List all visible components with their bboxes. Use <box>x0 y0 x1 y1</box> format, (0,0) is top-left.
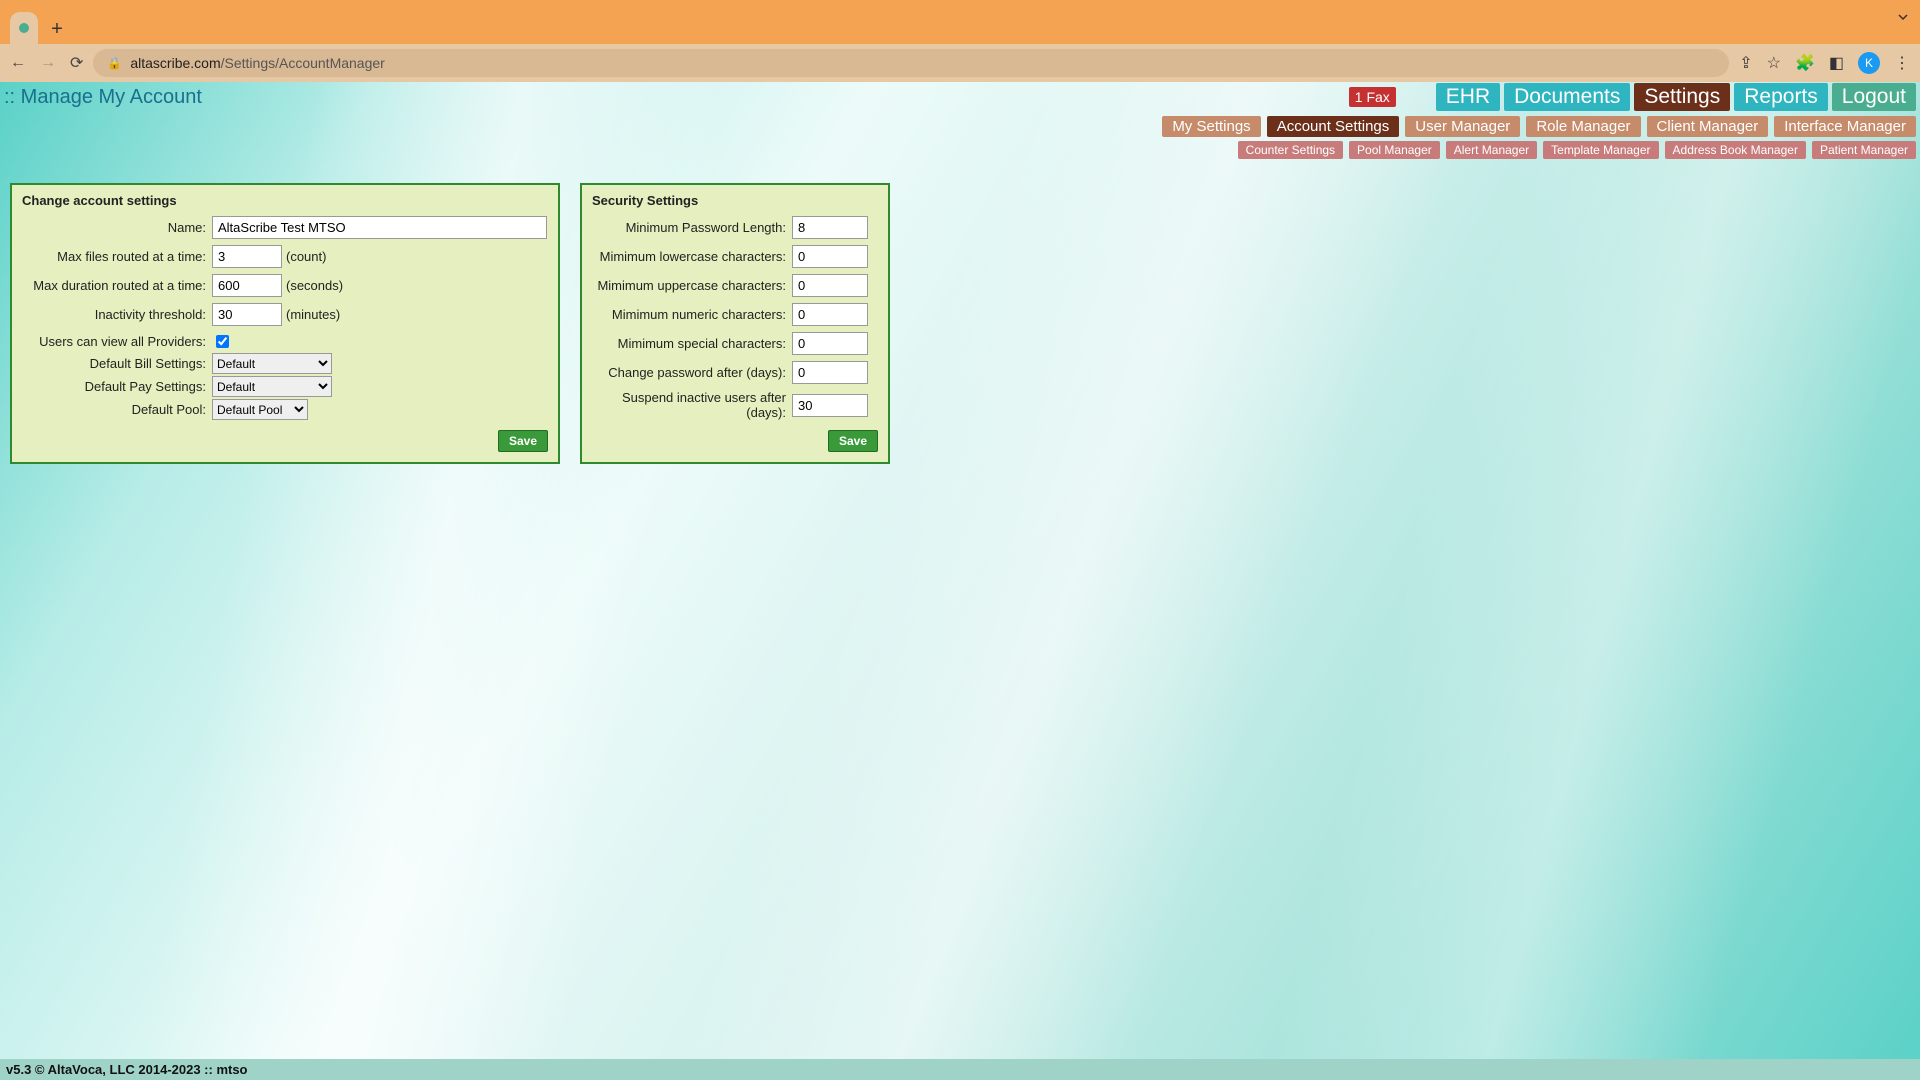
label-min-lower: Mimimum lowercase characters: <box>592 249 792 264</box>
lock-icon: 🔒 <box>107 56 122 70</box>
suffix-seconds: (seconds) <box>282 278 343 293</box>
subtab-account-settings[interactable]: Account Settings <box>1267 116 1400 137</box>
panel-change-account: Change account settings Name: Max files … <box>10 183 560 464</box>
input-max-duration[interactable] <box>212 274 282 297</box>
label-min-len: Minimum Password Length: <box>592 220 792 235</box>
label-name: Name: <box>22 220 212 235</box>
input-min-lower[interactable] <box>792 245 868 268</box>
input-min-special[interactable] <box>792 332 868 355</box>
label-view-providers: Users can view all Providers: <box>22 334 212 349</box>
tab-ehr[interactable]: EHR <box>1436 83 1500 111</box>
input-change-after[interactable] <box>792 361 868 384</box>
panel-security-title: Security Settings <box>592 193 878 208</box>
subtab-client-manager[interactable]: Client Manager <box>1647 116 1769 137</box>
tab-logout[interactable]: Logout <box>1832 83 1916 111</box>
tab-settings[interactable]: Settings <box>1634 83 1730 111</box>
select-bill[interactable]: Default <box>212 353 332 374</box>
tert-counter[interactable]: Counter Settings <box>1238 141 1343 159</box>
tert-patient[interactable]: Patient Manager <box>1812 141 1916 159</box>
label-pay: Default Pay Settings: <box>22 379 212 394</box>
label-min-special: Mimimum special characters: <box>592 336 792 351</box>
label-max-duration: Max duration routed at a time: <box>22 278 212 293</box>
label-pool: Default Pool: <box>22 402 212 417</box>
label-suspend-after: Suspend inactive users after (days): <box>592 390 792 420</box>
url-field[interactable]: 🔒 altascribe.com/Settings/AccountManager <box>93 49 1729 77</box>
subtab-my-settings[interactable]: My Settings <box>1162 116 1260 137</box>
save-button-change[interactable]: Save <box>498 430 548 452</box>
label-inactivity: Inactivity threshold: <box>22 307 212 322</box>
bookmark-icon[interactable]: ☆ <box>1767 53 1781 73</box>
browser-window-menu-icon[interactable] <box>1896 10 1910 29</box>
share-icon[interactable]: ⇪ <box>1739 53 1752 73</box>
extensions-icon[interactable]: 🧩 <box>1795 53 1815 73</box>
browser-tab-strip: + <box>0 0 1920 44</box>
input-min-len[interactable] <box>792 216 868 239</box>
url-path: /Settings/AccountManager <box>221 55 385 71</box>
tab-documents[interactable]: Documents <box>1504 83 1630 111</box>
page-title: :: Manage My Account <box>4 86 202 109</box>
checkbox-view-providers[interactable] <box>216 335 229 348</box>
input-min-numeric[interactable] <box>792 303 868 326</box>
input-inactivity[interactable] <box>212 303 282 326</box>
tert-template[interactable]: Template Manager <box>1543 141 1658 159</box>
new-tab-button[interactable]: + <box>42 14 72 44</box>
tert-alert[interactable]: Alert Manager <box>1446 141 1537 159</box>
select-pay[interactable]: Default <box>212 376 332 397</box>
label-min-numeric: Mimimum numeric characters: <box>592 307 792 322</box>
panel-change-title: Change account settings <box>22 193 548 208</box>
suffix-count: (count) <box>282 249 326 264</box>
tert-pool[interactable]: Pool Manager <box>1349 141 1440 159</box>
back-icon[interactable]: ← <box>10 54 26 72</box>
suffix-minutes: (minutes) <box>282 307 340 322</box>
profile-avatar[interactable]: K <box>1858 52 1880 74</box>
browser-address-bar: ← → ⟳ 🔒 altascribe.com/Settings/AccountM… <box>0 44 1920 82</box>
fax-badge[interactable]: 1 Fax <box>1349 87 1396 107</box>
subtab-role-manager[interactable]: Role Manager <box>1526 116 1640 137</box>
label-bill: Default Bill Settings: <box>22 356 212 371</box>
label-change-after: Change password after (days): <box>592 365 792 380</box>
select-pool[interactable]: Default Pool <box>212 399 308 420</box>
tab-reports[interactable]: Reports <box>1734 83 1828 111</box>
forward-icon[interactable]: → <box>40 54 56 72</box>
subtab-interface-manager[interactable]: Interface Manager <box>1774 116 1916 137</box>
label-min-upper: Mimimum uppercase characters: <box>592 278 792 293</box>
footer-text: v5.3 © AltaVoca, LLC 2014-2023 :: mtso <box>0 1059 1920 1080</box>
panel-security: Security Settings Minimum Password Lengt… <box>580 183 890 464</box>
reload-icon[interactable]: ⟳ <box>70 53 83 73</box>
browser-tab[interactable] <box>10 12 38 44</box>
tert-addressbook[interactable]: Address Book Manager <box>1665 141 1806 159</box>
input-suspend-after[interactable] <box>792 394 868 417</box>
subtab-user-manager[interactable]: User Manager <box>1405 116 1520 137</box>
browser-menu-icon[interactable]: ⋮ <box>1894 53 1910 73</box>
save-button-security[interactable]: Save <box>828 430 878 452</box>
side-panel-icon[interactable]: ◧ <box>1829 53 1844 73</box>
input-max-files[interactable] <box>212 245 282 268</box>
label-max-files: Max files routed at a time: <box>22 249 212 264</box>
input-name[interactable] <box>212 216 547 239</box>
url-host: altascribe.com <box>130 55 220 71</box>
input-min-upper[interactable] <box>792 274 868 297</box>
